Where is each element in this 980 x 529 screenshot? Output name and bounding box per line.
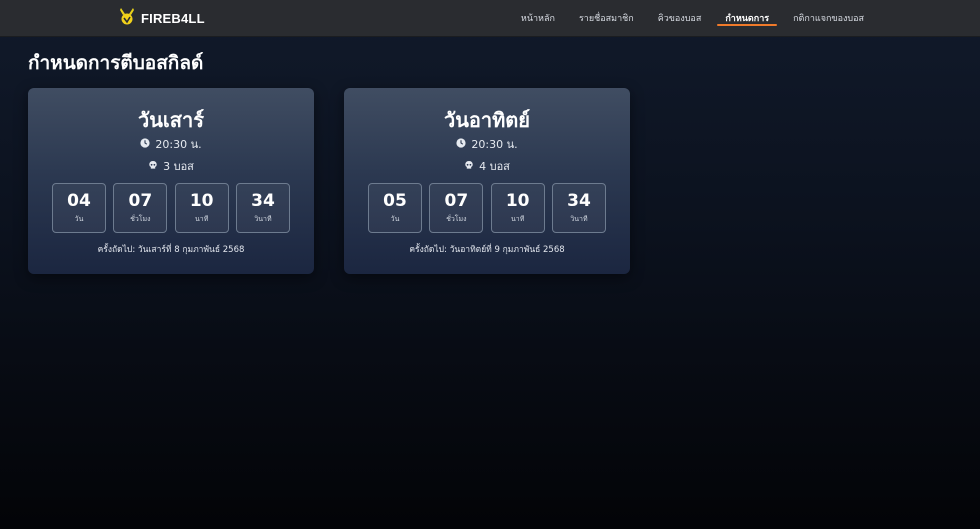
brand-logo[interactable]: FIREB4LL: [118, 7, 205, 29]
clock-icon: [456, 137, 471, 151]
countdown-seconds: 34 วินาที: [551, 183, 606, 233]
countdown-unit: วัน: [74, 215, 84, 223]
top-navbar: FIREB4LL หน้าหลัก รายชื่อสมาชิก คิวของบอ…: [0, 0, 980, 37]
fireball-logo-icon: [118, 6, 136, 30]
countdown-value: 34: [567, 191, 591, 211]
countdown-unit: วัน: [390, 215, 400, 223]
countdown-unit: นาที: [510, 215, 525, 223]
countdown-timer: 04 วัน 07 ชั่วโมง 10 นาที 34 วินาที: [52, 183, 290, 233]
countdown-timer: 05 วัน 07 ชั่วโมง 10 นาที 34 วินาที: [368, 183, 606, 233]
card-time: 20:30 น.: [155, 138, 202, 151]
countdown-value: 10: [505, 191, 530, 211]
nav-item-schedule[interactable]: กำหนดการ: [717, 0, 777, 36]
countdown-value: 10: [189, 191, 214, 211]
brand-name: FIREB4LL: [141, 10, 205, 26]
countdown-unit: ชั่วโมง: [446, 215, 467, 223]
schedule-card-saturday: วันเสาร์ 20:30 น. 3 บอส 04 วัน 07 ชั่วโม…: [28, 88, 314, 274]
nav-item-boss-queue[interactable]: คิวของบอส: [658, 0, 702, 36]
countdown-minutes: 10 นาที: [490, 183, 545, 233]
card-time: 20:30 น.: [471, 138, 518, 151]
card-time-row: 20:30 น.: [28, 135, 314, 153]
card-day: วันอาทิตย์: [443, 108, 531, 132]
card-boss-row: 4 บอส: [344, 157, 630, 175]
countdown-value: 07: [444, 191, 469, 211]
card-boss-count: 4 บอส: [479, 160, 510, 173]
main-nav: หน้าหลัก รายชื่อสมาชิก คิวของบอส กำหนดกา…: [497, 0, 864, 36]
next-occurrence: ครั้งถัดไป: วันอาทิตย์ที่ 9 กุมภาพันธ์ 2…: [409, 245, 565, 255]
skull-icon: [148, 160, 163, 173]
countdown-hours: 07 ชั่วโมง: [429, 183, 484, 233]
countdown-unit: ชั่วโมง: [130, 215, 151, 223]
card-boss-count: 3 บอส: [163, 160, 194, 173]
countdown-value: 07: [128, 191, 153, 211]
nav-item-boss-loot-rules[interactable]: กติกาแจกของบอส: [793, 0, 864, 36]
skull-icon: [464, 160, 479, 173]
countdown-unit: วินาที: [254, 215, 272, 223]
countdown-days: 04 วัน: [52, 183, 106, 233]
countdown-days: 05 วัน: [368, 183, 422, 233]
card-boss-row: 3 บอส: [28, 157, 314, 175]
countdown-hours: 07 ชั่วโมง: [113, 183, 168, 233]
page-title: กำหนดการตีบอสกิลด์: [28, 52, 204, 74]
countdown-value: 04: [67, 191, 91, 211]
next-occurrence: ครั้งถัดไป: วันเสาร์ที่ 8 กุมภาพันธ์ 256…: [97, 245, 245, 255]
countdown-value: 34: [251, 191, 275, 211]
countdown-unit: นาที: [194, 215, 209, 223]
nav-item-home[interactable]: หน้าหลัก: [521, 0, 555, 36]
countdown-value: 05: [383, 191, 407, 211]
card-day: วันเสาร์: [138, 108, 204, 132]
nav-item-members[interactable]: รายชื่อสมาชิก: [579, 0, 634, 36]
countdown-seconds: 34 วินาที: [235, 183, 290, 233]
card-time-row: 20:30 น.: [344, 135, 630, 153]
countdown-unit: วินาที: [570, 215, 588, 223]
clock-icon: [140, 137, 155, 151]
schedule-card-sunday: วันอาทิตย์ 20:30 น. 4 บอส 05 วัน 07 ชั่ว…: [344, 88, 630, 274]
countdown-minutes: 10 นาที: [174, 183, 229, 233]
